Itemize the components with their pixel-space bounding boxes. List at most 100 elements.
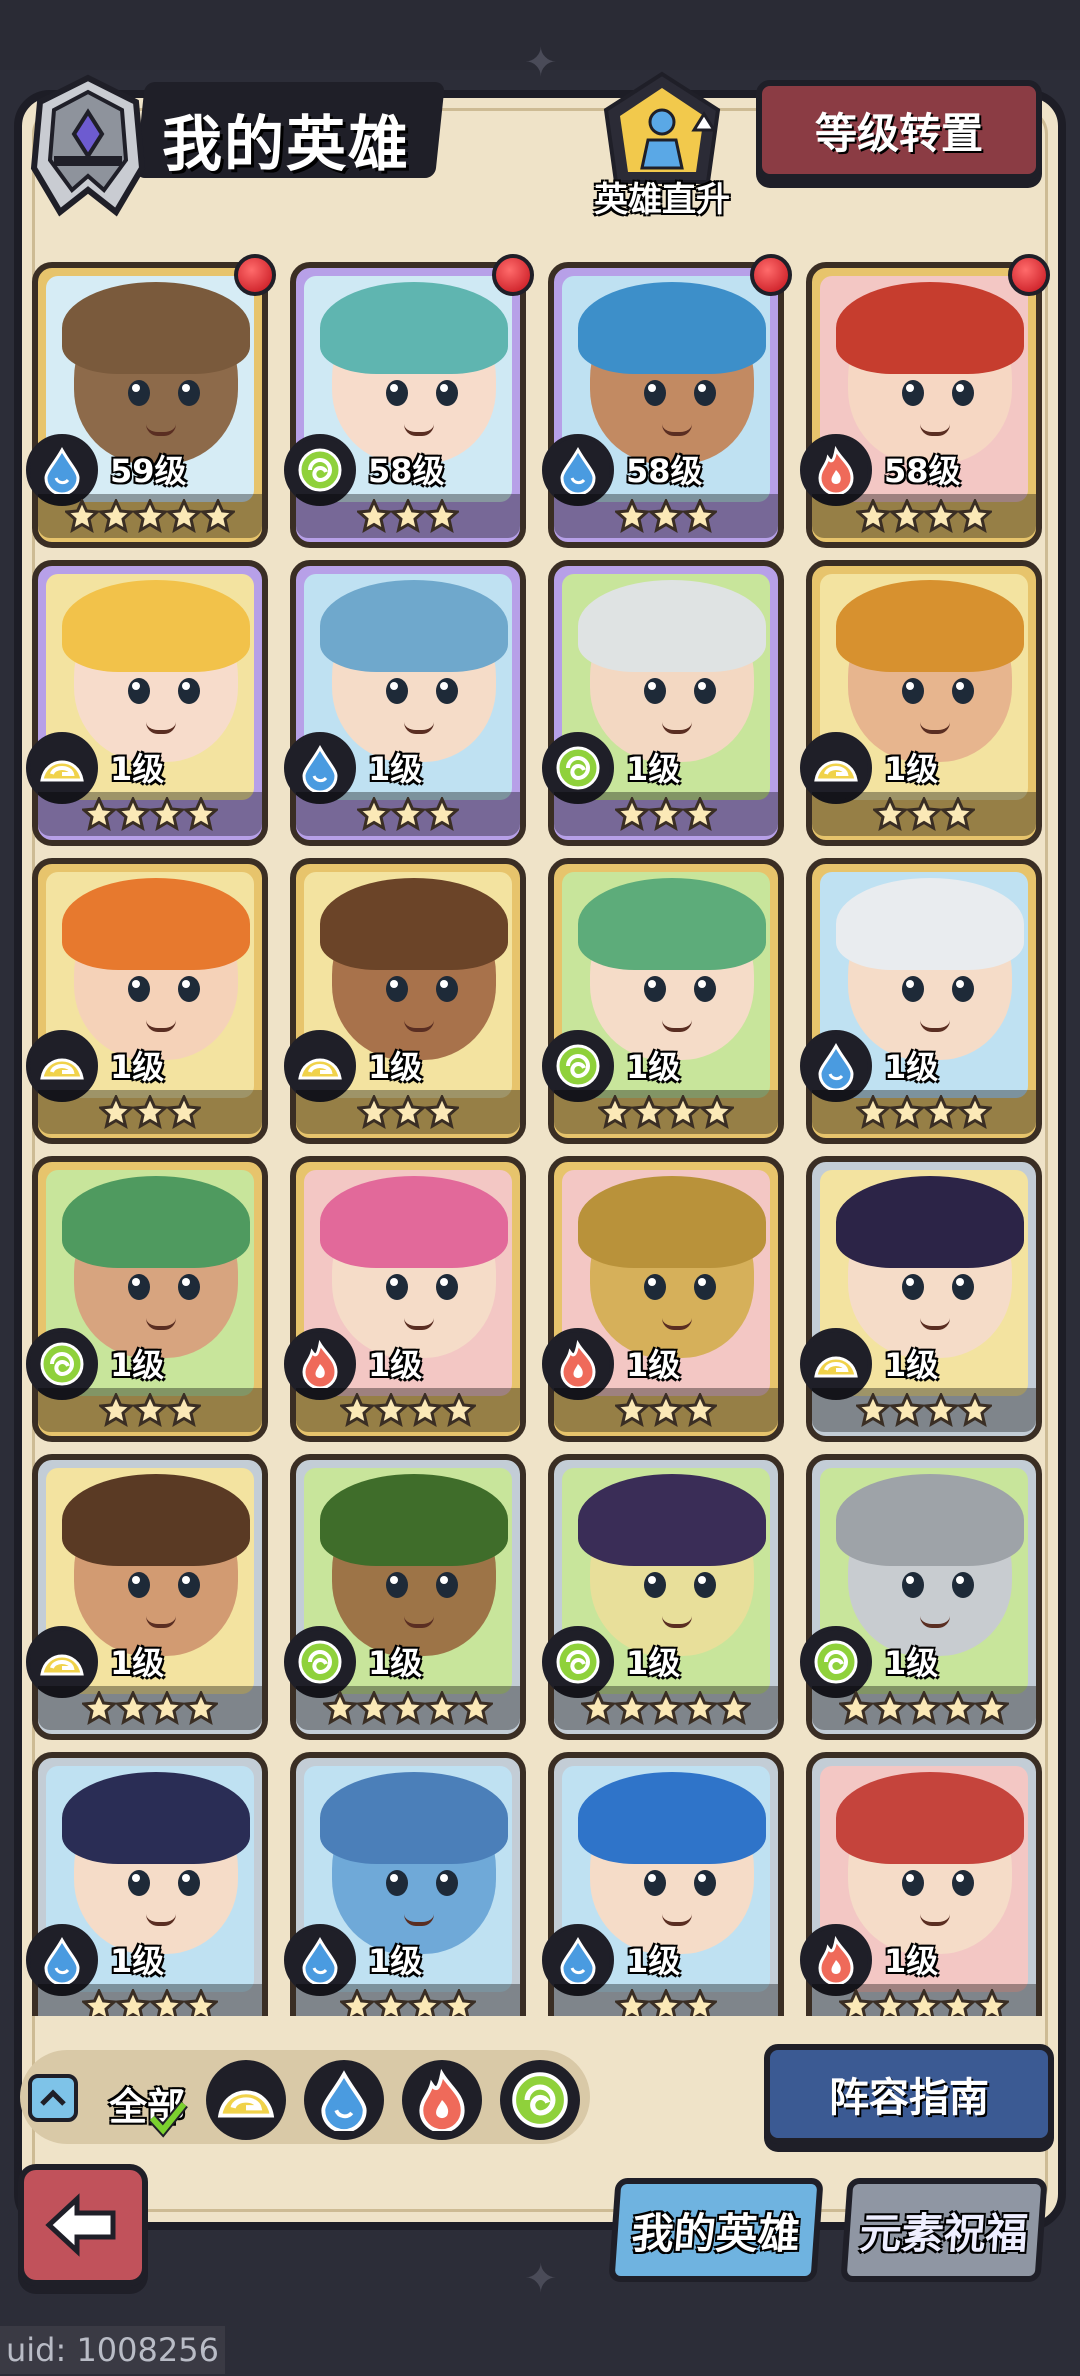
- star-icon: [340, 1989, 374, 2016]
- hero-card[interactable]: 1级: [800, 1156, 1042, 1442]
- hero-hair: [578, 1176, 766, 1268]
- hero-stars: [296, 792, 520, 836]
- hero-card[interactable]: 58级: [542, 254, 792, 548]
- collapse-filter-button[interactable]: [28, 2074, 78, 2122]
- star-icon: [683, 797, 717, 831]
- hero-stars: [38, 1090, 262, 1134]
- hero-hair: [578, 1474, 766, 1566]
- filter-wind-button[interactable]: [500, 2060, 580, 2140]
- hero-stars: [38, 1984, 262, 2016]
- hero-level: 1级: [884, 1644, 939, 1682]
- star-icon: [890, 1393, 924, 1427]
- hero-level: 59级: [110, 452, 187, 490]
- hero-hair: [62, 282, 250, 374]
- hero-card[interactable]: 1级: [284, 1156, 526, 1442]
- hero-card[interactable]: 1级: [542, 1156, 784, 1442]
- hero-card[interactable]: 1级: [542, 560, 784, 846]
- star-icon: [99, 499, 133, 533]
- hero-hair: [320, 580, 508, 672]
- hero-hair: [320, 282, 508, 374]
- hero-card[interactable]: 1级: [542, 858, 784, 1144]
- hero-card[interactable]: 59级: [26, 254, 276, 548]
- star-icon: [82, 1691, 116, 1725]
- hero-card[interactable]: 1级: [800, 560, 1042, 846]
- star-icon: [133, 1393, 167, 1427]
- star-icon: [442, 1989, 476, 2016]
- level-transfer-button[interactable]: 等级转置: [756, 80, 1042, 180]
- hero-card[interactable]: 1级: [542, 1752, 784, 2016]
- star-icon: [425, 1095, 459, 1129]
- star-icon: [340, 1393, 374, 1427]
- hero-level: 1级: [368, 1644, 423, 1682]
- star-icon: [391, 797, 425, 831]
- hero-hair: [320, 1474, 508, 1566]
- hero-card[interactable]: 1级: [284, 1752, 526, 2016]
- hero-card[interactable]: 1级: [800, 1454, 1042, 1740]
- hero-stars: [554, 1686, 778, 1730]
- tab-element-blessing[interactable]: 元素祝福: [840, 2178, 1048, 2282]
- hero-hair: [836, 878, 1024, 970]
- lineup-guide-button[interactable]: 阵容指南: [764, 2044, 1054, 2144]
- star-icon: [425, 797, 459, 831]
- level-transfer-label: 等级转置: [814, 108, 983, 158]
- hero-level: 58级: [626, 452, 703, 490]
- hero-card[interactable]: 1级: [26, 1752, 268, 2016]
- star-icon: [459, 1691, 493, 1725]
- hero-card[interactable]: 1级: [284, 1454, 526, 1740]
- star-icon: [357, 1691, 391, 1725]
- page-title: 我的英雄: [162, 110, 410, 180]
- hero-card[interactable]: 1级: [26, 858, 268, 1144]
- hero-level: 1级: [110, 750, 165, 788]
- star-icon: [82, 797, 116, 831]
- filter-fire-button[interactable]: [402, 2060, 482, 2140]
- star-icon: [958, 499, 992, 533]
- hero-card[interactable]: 1级: [284, 560, 526, 846]
- hero-hair: [836, 1772, 1024, 1864]
- hero-hair: [320, 878, 508, 970]
- star-icon: [873, 1989, 907, 2016]
- star-icon: [907, 1691, 941, 1725]
- hero-stars: [554, 1090, 778, 1134]
- star-icon: [357, 499, 391, 533]
- tab-my-heroes[interactable]: 我的英雄: [608, 2178, 824, 2282]
- notification-dot: [1008, 254, 1050, 296]
- hero-stars: [554, 1984, 778, 2016]
- star-icon: [649, 797, 683, 831]
- hero-card[interactable]: 1级: [542, 1454, 784, 1740]
- hero-hair: [578, 1772, 766, 1864]
- hero-card[interactable]: 1级: [26, 1454, 268, 1740]
- star-icon: [683, 1989, 717, 2016]
- hero-stars: [554, 792, 778, 836]
- hero-card[interactable]: 1级: [26, 1156, 268, 1442]
- hero-card[interactable]: 58级: [800, 254, 1050, 548]
- hero-card[interactable]: 1级: [800, 1752, 1042, 2016]
- star-icon: [184, 797, 218, 831]
- filter-earth-button[interactable]: [206, 2060, 286, 2140]
- hero-level: 1级: [626, 1048, 681, 1086]
- star-icon: [408, 1393, 442, 1427]
- hero-card[interactable]: 58级: [284, 254, 534, 548]
- hero-level: 1级: [368, 1346, 423, 1384]
- star-icon: [975, 1989, 1009, 2016]
- back-button[interactable]: [18, 2164, 148, 2286]
- star-icon: [717, 1691, 751, 1725]
- star-icon: [167, 499, 201, 533]
- uid-label: uid: 1008256: [0, 2326, 225, 2374]
- hero-stars: [812, 494, 1036, 538]
- filter-water-button[interactable]: [304, 2060, 384, 2140]
- hero-card[interactable]: 1级: [284, 858, 526, 1144]
- hero-stars: [812, 792, 1036, 836]
- star-icon: [632, 1095, 666, 1129]
- star-icon: [391, 1691, 425, 1725]
- star-icon: [649, 1989, 683, 2016]
- hero-level: 1级: [368, 1942, 423, 1980]
- star-icon: [683, 1393, 717, 1427]
- star-decoration: ✦: [524, 40, 558, 86]
- hero-hair: [836, 1176, 1024, 1268]
- star-icon: [649, 1393, 683, 1427]
- hero-upgrade-button[interactable]: 英雄直升: [588, 70, 736, 220]
- hero-card[interactable]: 1级: [800, 858, 1042, 1144]
- hero-card[interactable]: 1级: [26, 560, 268, 846]
- star-icon: [65, 499, 99, 533]
- hero-level: 1级: [110, 1346, 165, 1384]
